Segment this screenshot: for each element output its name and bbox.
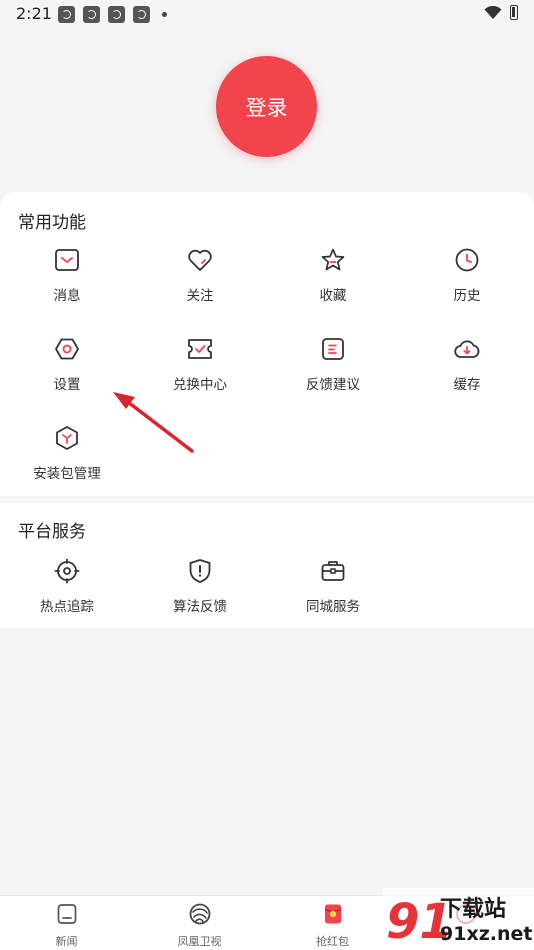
wifi-icon — [484, 6, 502, 19]
menu-item-messages[interactable]: 消息 — [2, 247, 132, 317]
settings-icon — [55, 338, 79, 360]
feedback-icon — [322, 338, 344, 360]
dot-icon — [162, 12, 167, 17]
heart-icon — [188, 249, 212, 271]
nav-label: 抢红包 — [316, 935, 349, 948]
red-packet-icon — [324, 904, 342, 924]
menu-item-hotspot-tracking[interactable]: 热点追踪 — [2, 558, 132, 628]
menu-item-label: 算法反馈 — [173, 599, 227, 615]
nav-item-phoenix-tv[interactable]: 凤凰卫视 — [133, 896, 266, 950]
menu-item-label: 历史 — [453, 288, 481, 304]
message-icon — [55, 249, 79, 271]
news-icon — [57, 904, 77, 924]
status-bar: 2:21 — [0, 0, 534, 28]
nav-label: 凤凰卫视 — [177, 935, 222, 948]
menu-item-algorithm-feedback[interactable]: 算法反馈 — [135, 558, 265, 628]
menu-item-follow[interactable]: 关注 — [135, 247, 265, 317]
ticket-icon — [188, 339, 212, 359]
menu-item-label: 热点追踪 — [40, 599, 94, 615]
svg-text:91xz.net: 91xz.net — [440, 923, 532, 945]
menu-item-label: 设置 — [53, 377, 81, 393]
battery-icon — [510, 5, 518, 20]
phoenix-icon — [189, 903, 211, 925]
target-icon — [54, 558, 80, 584]
cloud-download-icon — [454, 340, 480, 358]
nav-item-red-packet[interactable]: 抢红包 — [266, 896, 399, 950]
star-icon — [321, 248, 345, 271]
menu-item-redeem-center[interactable]: 兑换中心 — [135, 336, 265, 406]
menu-item-label: 同城服务 — [306, 599, 360, 615]
menu-item-label: 关注 — [186, 288, 214, 304]
platform-services-card: 平台服务 热点追踪 算法反馈 同城服务 — [0, 503, 534, 628]
notification-icon — [133, 6, 150, 23]
menu-item-favorites[interactable]: 收藏 — [268, 247, 398, 317]
svg-text:下载站: 下载站 — [440, 896, 506, 922]
nav-label: 新闻 — [55, 935, 78, 948]
notification-icon — [108, 6, 125, 23]
section-title-common: 常用功能 — [18, 213, 86, 233]
notification-icon — [58, 6, 75, 23]
watermark-logo: 91 下载站 91xz.net — [382, 888, 534, 950]
notification-icon — [83, 6, 100, 23]
menu-item-label: 兑换中心 — [173, 377, 227, 393]
briefcase-icon — [321, 561, 345, 581]
menu-item-feedback[interactable]: 反馈建议 — [268, 336, 398, 406]
menu-item-history[interactable]: 历史 — [402, 247, 532, 317]
status-time: 2:21 — [16, 4, 52, 23]
common-functions-card: 常用功能 消息 关注 收藏 历史 设置 兑换中心 反馈建议 缓存 安装包管理 — [0, 192, 534, 496]
menu-item-local-services[interactable]: 同城服务 — [268, 558, 398, 628]
login-button[interactable]: 登录 — [216, 56, 317, 157]
menu-item-cache[interactable]: 缓存 — [402, 336, 532, 406]
menu-item-label: 反馈建议 — [306, 377, 360, 393]
menu-item-label: 消息 — [53, 288, 81, 304]
package-icon — [56, 426, 78, 450]
menu-item-package-management[interactable]: 安装包管理 — [2, 425, 132, 495]
shield-alert-icon — [189, 559, 211, 583]
menu-item-label: 收藏 — [319, 288, 347, 304]
clock-icon — [455, 248, 479, 272]
menu-item-settings[interactable]: 设置 — [2, 336, 132, 406]
section-title-platform: 平台服务 — [18, 522, 86, 542]
nav-item-news[interactable]: 新闻 — [0, 896, 133, 950]
menu-item-label: 安装包管理 — [33, 466, 101, 482]
menu-item-label: 缓存 — [453, 377, 481, 393]
